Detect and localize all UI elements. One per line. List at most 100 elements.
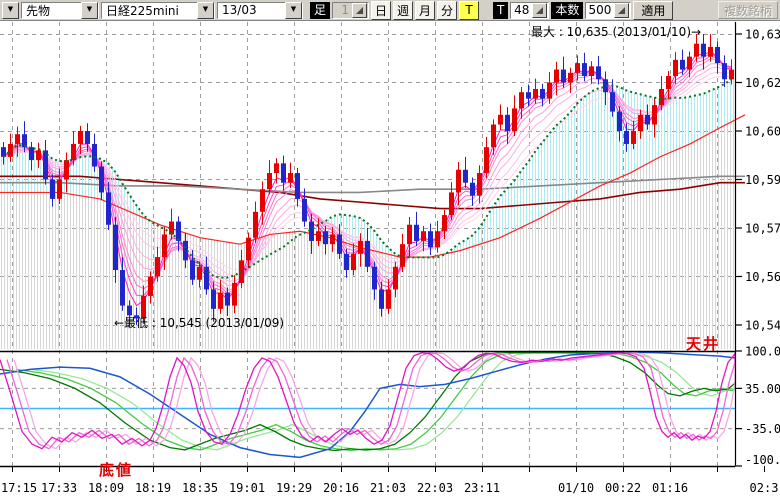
candle-body <box>638 115 643 131</box>
t-label: T <box>493 2 508 19</box>
candle-body <box>78 131 83 144</box>
candle-body <box>666 76 671 89</box>
price-axis-label: 10,545 <box>745 318 780 332</box>
candle-body <box>274 163 279 173</box>
candle-body <box>687 57 692 70</box>
candle-body <box>246 238 251 261</box>
chevron-down-icon[interactable]: ▼ <box>285 2 302 19</box>
price-axis-label: 10,560 <box>745 270 780 284</box>
candle-body <box>379 289 384 308</box>
candle-body <box>351 254 356 270</box>
candle-body <box>442 215 447 231</box>
period-week-button[interactable]: 週 <box>393 1 413 20</box>
market-select-value: 先物 <box>22 2 81 19</box>
symbol-select-value: 日経225mini <box>102 2 197 19</box>
candle-body <box>491 125 496 148</box>
osc-axis-label: 100.00 <box>745 345 780 359</box>
time-axis-label: 22:03 <box>417 481 453 495</box>
candle-body <box>197 267 202 280</box>
candle-body <box>575 63 580 73</box>
count-spinner[interactable]: 500 <box>585 2 631 19</box>
candle-body <box>659 89 664 105</box>
candle-body <box>722 63 727 79</box>
period-day-button[interactable]: 日 <box>371 1 391 20</box>
candle-body <box>456 170 461 193</box>
candle-body <box>155 257 160 276</box>
candle-body <box>15 134 20 144</box>
candlestick-chart[interactable]: 10,63510,62010,60510,59010,57510,56010,5… <box>0 0 780 501</box>
candle-body <box>71 144 76 160</box>
left-combo-chevron-down-icon[interactable]: ▼ <box>2 2 19 19</box>
osc-axis-label: -100.0 <box>745 453 780 467</box>
candle-body <box>106 192 111 224</box>
spinner-icon[interactable] <box>614 3 629 18</box>
bars-spinner[interactable]: 48 <box>510 2 549 19</box>
time-axis-label: 17:33 <box>41 481 77 495</box>
candle-body <box>29 147 34 160</box>
candle-body <box>260 189 265 212</box>
candle-body <box>113 225 118 270</box>
period-tick-button[interactable]: T <box>459 1 479 20</box>
candle-body <box>526 92 531 98</box>
candle-body <box>729 70 734 80</box>
time-axis-label: 18:19 <box>135 481 171 495</box>
candle-body <box>316 231 321 241</box>
chevron-down-icon[interactable]: ▼ <box>197 2 214 19</box>
candle-body <box>435 231 440 247</box>
candle-body <box>505 115 510 131</box>
candle-body <box>568 73 573 83</box>
candle-body <box>190 260 195 279</box>
candle-body <box>302 199 307 222</box>
time-axis-label: 01/10 <box>558 481 594 495</box>
candle-body <box>652 105 657 124</box>
candle-body <box>512 108 517 131</box>
time-axis-label: 01:16 <box>652 481 688 495</box>
time-axis-label: 00:22 <box>605 481 641 495</box>
price-axis-label: 10,635 <box>745 28 780 42</box>
candle-body <box>281 163 286 182</box>
contract-month-select[interactable]: 13/03 ▼ <box>217 2 303 19</box>
candle-body <box>624 131 629 144</box>
candle-body <box>211 289 216 308</box>
chevron-down-icon[interactable]: ▼ <box>81 2 98 19</box>
candle-body <box>344 254 349 270</box>
candle-body <box>8 144 13 157</box>
ceiling-label: 天井 <box>686 333 720 354</box>
spinner-icon[interactable] <box>352 3 367 18</box>
min-price-annotation: ←最低 : 10,545 (2013/01/09) <box>114 314 284 331</box>
candle-body <box>484 147 489 173</box>
candle-body <box>645 115 650 125</box>
time-axis-label: 18:35 <box>182 481 218 495</box>
candle-body <box>232 283 237 306</box>
candle-body <box>1 147 6 157</box>
candle-body <box>449 192 454 215</box>
symbol-select[interactable]: 日経225mini ▼ <box>101 2 215 19</box>
toolbar: ▼ 先物 ▼ 日経225mini ▼ 13/03 ▼ 足 1 日 週 月 分 T… <box>0 0 780 21</box>
candle-body <box>253 212 258 238</box>
ashi-label: 足 <box>310 2 330 19</box>
candle-body <box>610 92 615 111</box>
market-select[interactable]: 先物 ▼ <box>21 2 99 19</box>
osc-magenta-line <box>14 353 735 449</box>
time-axis-label: 02:3 <box>750 481 779 495</box>
candle-body <box>295 173 300 199</box>
count-value: 500 <box>586 3 613 17</box>
candle-body <box>428 231 433 247</box>
candle-body <box>176 222 181 241</box>
bottom-label: 底値 <box>99 459 133 480</box>
candle-body <box>92 144 97 167</box>
period-month-button[interactable]: 月 <box>415 1 435 20</box>
candle-body <box>64 160 69 179</box>
interval-spinner[interactable]: 1 <box>332 2 369 19</box>
apply-button[interactable]: 適用 <box>633 1 673 20</box>
multi-symbol-button[interactable]: 複数銘柄 <box>718 1 778 19</box>
candle-body <box>288 173 293 183</box>
candle-body <box>386 289 391 308</box>
chart-window: ▼ 先物 ▼ 日経225mini ▼ 13/03 ▼ 足 1 日 週 月 分 T… <box>0 0 780 501</box>
period-minute-button[interactable]: 分 <box>437 1 457 20</box>
candle-body <box>470 183 475 196</box>
spinner-icon[interactable] <box>532 3 547 18</box>
candle-body <box>701 44 706 57</box>
osc-green-line <box>0 353 735 451</box>
candle-body <box>365 241 370 267</box>
